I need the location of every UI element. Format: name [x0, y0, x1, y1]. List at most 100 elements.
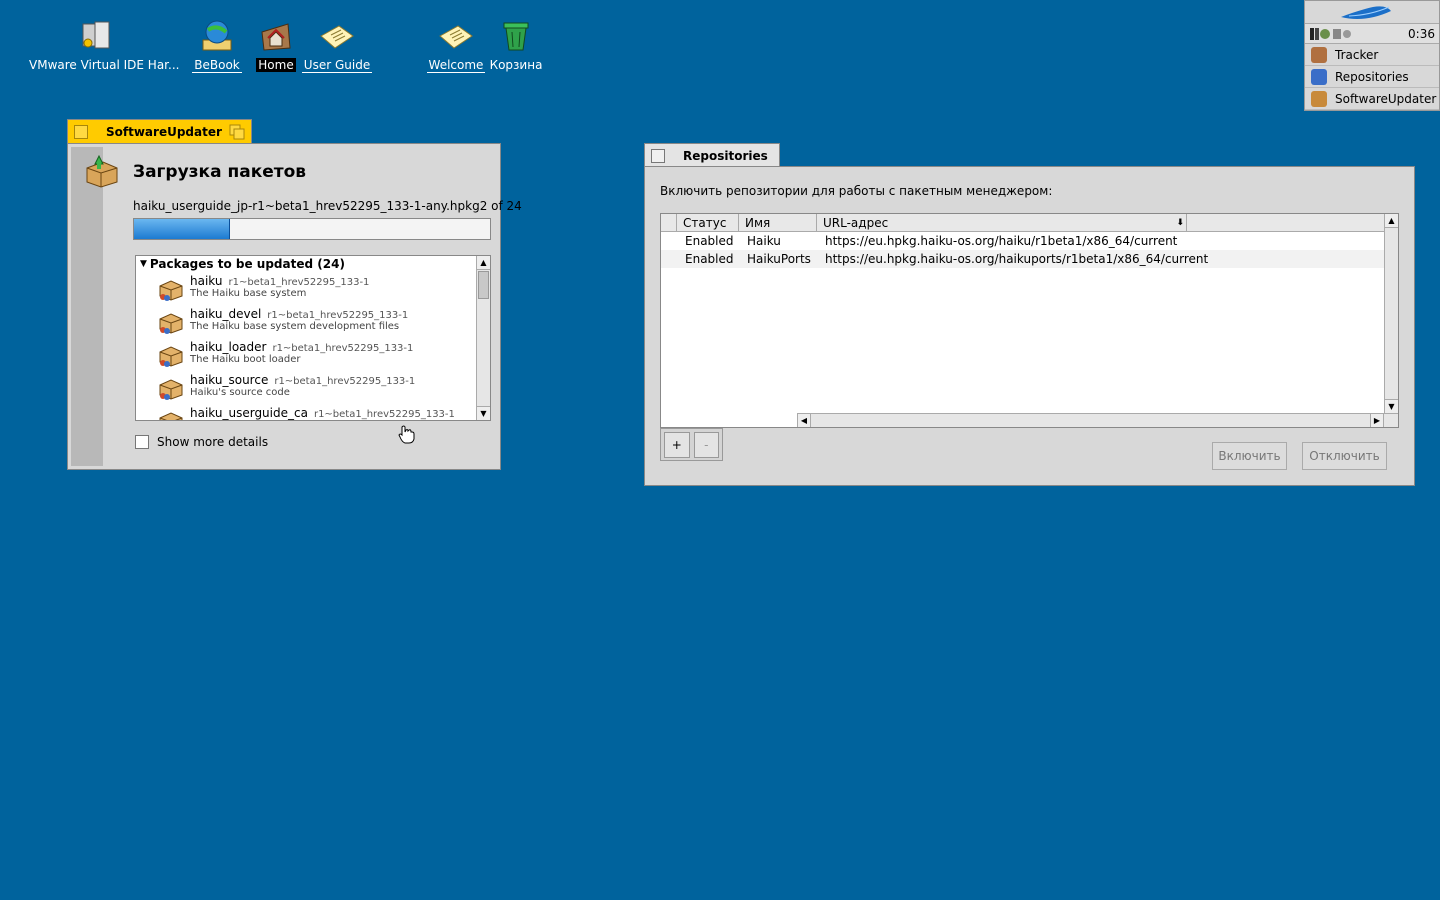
window-title: SoftwareUpdater	[106, 124, 222, 139]
desktop-icon-user-guide[interactable]: User Guide	[297, 18, 377, 73]
deskbar-item-repositories[interactable]: Repositories	[1305, 66, 1439, 88]
cell-name: HaikuPorts	[747, 252, 811, 266]
trash-icon	[498, 18, 534, 54]
repositories-window: Включить репозитории для работы с пакетн…	[644, 166, 1415, 486]
column-header-name[interactable]: Имя	[739, 214, 817, 231]
package-name-line: haiku_devel r1~beta1_hrev52295_133-1	[190, 305, 490, 321]
cell-status: Enabled	[685, 252, 734, 266]
cell-url: https://eu.hpkg.haiku-os.org/haiku/r1bet…	[825, 234, 1178, 248]
packages-group-header[interactable]: ▼ Packages to be updated (24)	[136, 256, 490, 272]
close-button[interactable]	[651, 148, 665, 163]
zoom-button[interactable]	[229, 124, 245, 140]
package-description: Haiku's source code	[190, 387, 290, 398]
desktop-icon-label: Home	[256, 58, 296, 72]
list-item[interactable]: haiku_source r1~beta1_hrev52295_133-1 Haik…	[136, 371, 490, 404]
package-version: r1~beta1_hrev52295_133-1	[272, 343, 414, 354]
remove-repository-button[interactable]: -	[693, 432, 719, 458]
repositories-prompt: Включить репозитории для работы с пакетн…	[660, 184, 1053, 198]
package-name: haiku_loader	[190, 340, 267, 354]
document-icon	[438, 18, 474, 54]
sort-arrow-icon: ⬇	[1176, 217, 1184, 228]
scroll-up-arrow-icon[interactable]: ▲	[477, 256, 490, 270]
desktop-icon-vmware-disk[interactable]: VMware Virtual IDE Har...	[29, 18, 179, 72]
table-vertical-scrollbar[interactable]: ▲ ▼	[1384, 214, 1398, 413]
column-header-status[interactable]: Статус	[677, 214, 739, 231]
desktop-icon-label: BeBook	[192, 58, 242, 73]
sidebar-strip	[71, 147, 103, 466]
chevron-down-icon[interactable]: ▼	[140, 259, 147, 269]
package-name: haiku_userguide_ca	[190, 406, 308, 420]
add-repository-button[interactable]: +	[664, 432, 690, 458]
hand-cursor-icon	[396, 425, 416, 448]
progress-fill	[134, 219, 231, 239]
cell-name: Haiku	[747, 234, 781, 248]
show-details-label: Show more details	[157, 435, 269, 449]
repositories-icon	[1311, 68, 1327, 85]
desktop-icon-label: VMware Virtual IDE Har...	[29, 58, 180, 72]
deskbar-item-tracker[interactable]: Tracker	[1305, 44, 1439, 66]
packages-list[interactable]: ▼ Packages to be updated (24) haiku r1~be…	[135, 255, 491, 421]
scroll-up-arrow-icon[interactable]: ▲	[1385, 214, 1398, 228]
cell-status: Enabled	[685, 234, 734, 248]
repositories-table[interactable]: Статус Имя URL-адрес ⬇ Enabled Haiku https…	[660, 213, 1399, 428]
package-version: r1~beta1_hrev52295_133-1	[228, 277, 370, 288]
close-button[interactable]	[74, 124, 88, 139]
deskbar-clock[interactable]: 0:36	[1408, 27, 1435, 41]
row-marker	[661, 250, 677, 268]
disable-button[interactable]: Отключить	[1302, 442, 1387, 470]
package-icon	[158, 343, 184, 367]
window-title: Repositories	[683, 148, 768, 163]
checkbox-box[interactable]	[135, 435, 149, 449]
document-icon	[319, 18, 355, 54]
desktop-icon-label: User Guide	[301, 58, 373, 73]
list-item[interactable]: haiku_devel r1~beta1_hrev52295_133-1 The H…	[136, 305, 490, 338]
scroll-right-arrow-icon[interactable]: ▶	[1370, 414, 1384, 427]
repositories-title-tab[interactable]: Repositories	[644, 143, 780, 167]
tray-icons[interactable]	[1309, 27, 1353, 41]
package-icon	[158, 409, 184, 420]
add-remove-box: + -	[660, 428, 723, 461]
package-description: The Haiku base system development files	[190, 321, 400, 332]
package-name-line: haiku_source r1~beta1_hrev52295_133-1	[190, 371, 490, 387]
package-name: haiku_devel	[190, 307, 262, 321]
enable-button[interactable]: Включить	[1212, 442, 1287, 470]
hard-disk-icon	[79, 18, 115, 54]
package-name-line: haiku r1~beta1_hrev52295_133-1	[190, 272, 490, 288]
desktop-icon-trash[interactable]: Корзина	[476, 18, 556, 72]
haiku-leaf-icon[interactable]	[1305, 1, 1439, 24]
table-header: Статус Имя URL-адрес ⬇	[661, 214, 1398, 232]
column-header-filler	[1187, 214, 1398, 231]
table-row[interactable]: Enabled Haiku https://eu.hpkg.haiku-os.org…	[661, 232, 1398, 250]
table-horizontal-scrollbar[interactable]: ◀ ▶	[797, 413, 1398, 427]
deskbar-tray: 0:36	[1305, 24, 1439, 44]
column-header-blank[interactable]	[661, 214, 677, 231]
package-version: r1~beta1_hrev52295_133-1	[274, 376, 416, 387]
scroll-thumb[interactable]	[478, 271, 489, 299]
package-icon	[158, 277, 184, 301]
column-header-url[interactable]: URL-адрес ⬇	[817, 214, 1187, 231]
software-updater-title-tab[interactable]: SoftwareUpdater	[67, 119, 252, 143]
package-description: The Haiku boot loader	[190, 354, 301, 365]
desktop-icon-label: Корзина	[489, 58, 543, 72]
scroll-down-arrow-icon[interactable]: ▼	[1385, 399, 1398, 413]
list-item[interactable]: haiku_userguide_ca r1~beta1_hrev52295_133…	[136, 404, 490, 420]
deskbar-item-software-updater[interactable]: SoftwareUpdater	[1305, 88, 1439, 110]
row-marker	[661, 232, 677, 250]
table-row[interactable]: Enabled HaikuPorts https://eu.hpkg.haiku-o…	[661, 250, 1398, 268]
list-item[interactable]: haiku_loader r1~beta1_hrev52295_133-1 The …	[136, 338, 490, 371]
package-version: r1~beta1_hrev52295_133-1	[267, 310, 409, 321]
list-item[interactable]: haiku r1~beta1_hrev52295_133-1 The Haiku b…	[136, 272, 490, 305]
show-details-checkbox[interactable]: Show more details	[135, 435, 268, 449]
package-name-line: haiku_userguide_ca r1~beta1_hrev52295_133…	[190, 404, 490, 420]
package-icon	[158, 376, 184, 400]
deskbar-item-label: Repositories	[1335, 69, 1409, 84]
download-status: haiku_userguide_jp-r1~beta1_hrev52295_13…	[133, 199, 522, 213]
package-icon	[158, 310, 184, 334]
package-name-line: haiku_loader r1~beta1_hrev52295_133-1	[190, 338, 490, 354]
scroll-left-arrow-icon[interactable]: ◀	[797, 414, 811, 427]
package-name: haiku	[190, 274, 223, 288]
software-updater-window: Загрузка пакетов haiku_userguide_jp-r1~b…	[67, 143, 522, 470]
packages-scrollbar[interactable]: ▲ ▼	[476, 256, 490, 420]
scroll-down-arrow-icon[interactable]: ▼	[477, 406, 490, 420]
column-header-url-label: URL-адрес	[823, 215, 889, 230]
